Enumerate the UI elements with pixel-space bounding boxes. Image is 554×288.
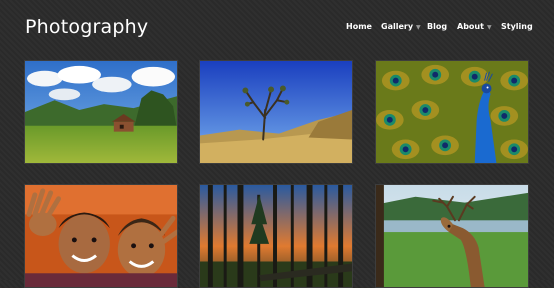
gallery-photo-children[interactable] bbox=[24, 184, 178, 288]
nav-item-styling[interactable]: Styling bbox=[501, 22, 533, 31]
nav-item-blog[interactable]: Blog bbox=[427, 22, 447, 31]
nav-item-label: About bbox=[457, 22, 484, 31]
gallery-photo-deer[interactable] bbox=[375, 184, 529, 288]
deer-image bbox=[376, 185, 528, 287]
site-header: Photography Home Gallery ▼ Blog About ▼ St… bbox=[0, 0, 554, 58]
nav-item-label: Blog bbox=[427, 22, 448, 31]
forest-image bbox=[200, 185, 352, 287]
peacock-image bbox=[376, 61, 528, 163]
site-title[interactable]: Photography bbox=[25, 16, 148, 38]
nav-item-label: Styling bbox=[501, 22, 533, 31]
chevron-down-icon: ▼ bbox=[486, 24, 492, 31]
gallery-photo-joshua-tree[interactable] bbox=[199, 60, 353, 164]
nav-item-label: Gallery bbox=[381, 22, 414, 31]
gallery-photo-peacock[interactable] bbox=[375, 60, 529, 164]
nav-item-about[interactable]: About ▼ bbox=[457, 22, 492, 31]
nav-item-home[interactable]: Home bbox=[346, 22, 372, 31]
nav-item-label: Home bbox=[346, 22, 372, 31]
chevron-down-icon: ▼ bbox=[416, 24, 421, 31]
joshua-tree-image bbox=[200, 61, 352, 163]
gallery-photo-forest[interactable] bbox=[199, 184, 353, 288]
children-image bbox=[25, 185, 177, 287]
nav-item-gallery[interactable]: Gallery ▼ bbox=[381, 22, 421, 31]
meadow-image bbox=[25, 61, 177, 163]
gallery-photo-meadow[interactable] bbox=[24, 60, 178, 164]
